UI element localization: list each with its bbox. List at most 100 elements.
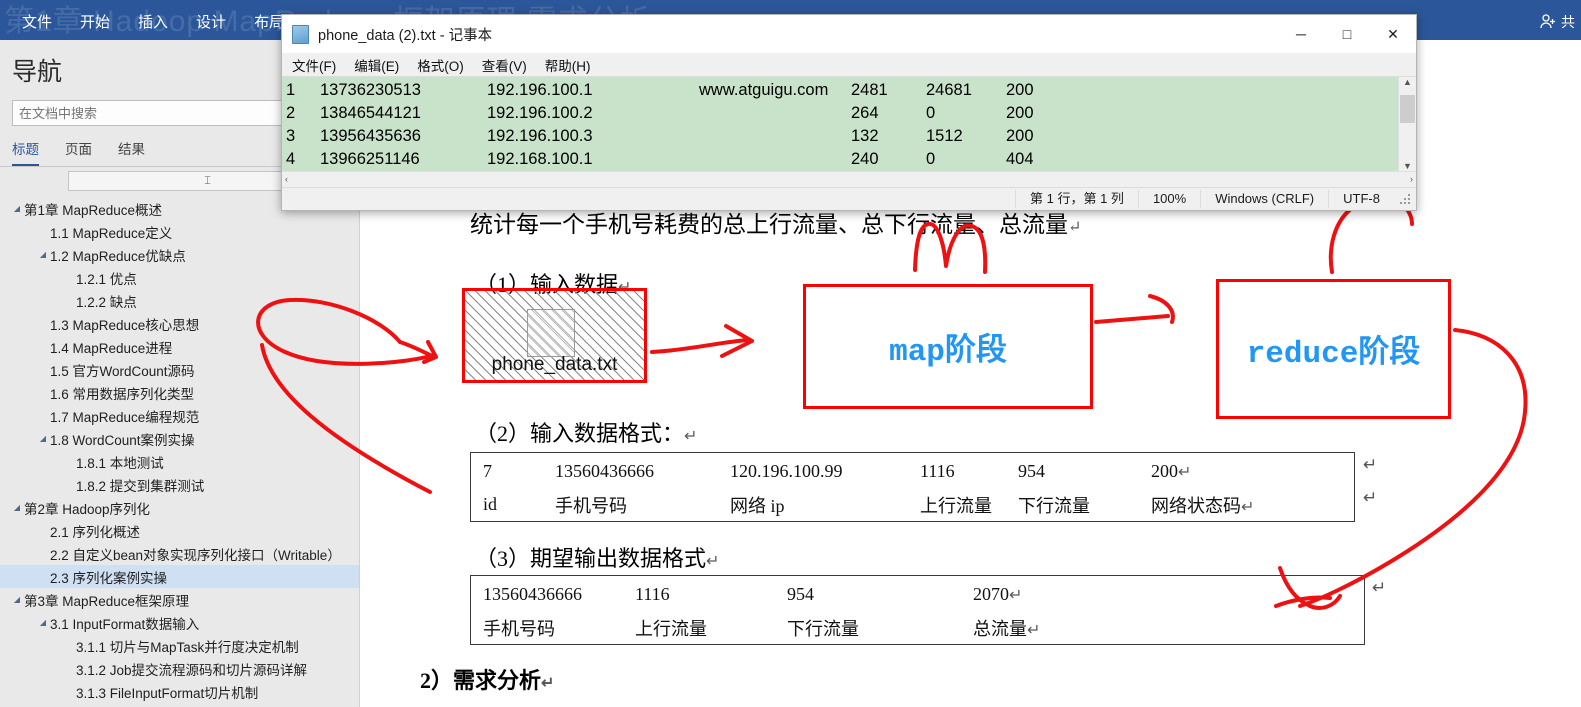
status-line-ending: Windows (CRLF): [1200, 189, 1328, 208]
sidebar-item-20[interactable]: ◢3.1.1 切片与MapTask并行度决定机制: [0, 634, 359, 657]
notepad-cell-down: 24681: [926, 81, 972, 100]
menu-view[interactable]: 查看(V): [482, 55, 527, 75]
sidebar-item-label: 1.5 官方WordCount源码: [50, 363, 195, 379]
sidebar-item-12[interactable]: ◢1.8.1 本地测试: [0, 450, 359, 473]
sidebar-item-22[interactable]: ◢3.1.3 FileInputFormat切片机制: [0, 680, 359, 703]
scroll-left-icon[interactable]: ‹: [285, 174, 288, 184]
sidebar-item-13[interactable]: ◢1.8.2 提交到集群测试: [0, 473, 359, 496]
sidebar-item-7[interactable]: ◢1.4 MapReduce进程: [0, 335, 359, 358]
notepad-cell-down: 1512: [926, 127, 963, 146]
collapse-triangle-icon[interactable]: ◢: [36, 250, 50, 259]
notepad-cell-ip: 192.196.100.1: [487, 81, 593, 100]
sidebar-item-label: 3.1.3 FileInputFormat切片机制: [76, 685, 259, 701]
notepad-line-2: 2 13846544121 192.196.100.2 264 0 200: [286, 102, 1398, 125]
scroll-up-icon[interactable]: ▲: [1403, 77, 1412, 87]
input-value-code: 200↵: [1151, 461, 1192, 481]
input-format-table: 7 13560436666 120.196.100.99 1116 954 20…: [470, 452, 1355, 522]
status-zoom-level[interactable]: 100%: [1137, 189, 1200, 208]
notepad-text-area[interactable]: 1 13736230513 192.196.100.1 www.atguigu.com…: [282, 77, 1398, 172]
menu-help[interactable]: 帮助(H): [545, 55, 591, 75]
sidebar-item-23[interactable]: ◢3.1.4 TextInputFormat: [0, 703, 359, 707]
maximize-button[interactable]: □: [1324, 15, 1370, 53]
nav-tab-pages[interactable]: 页面: [65, 138, 92, 166]
share-label: 共: [1561, 14, 1575, 30]
sidebar-item-19[interactable]: ◢ 3.1 InputFormat数据输入: [0, 611, 359, 634]
vertical-scroll-thumb[interactable]: [1400, 95, 1415, 124]
sidebar-item-10[interactable]: ◢1.7 MapReduce编程规范: [0, 404, 359, 427]
sidebar-item-15[interactable]: ◢2.1 序列化概述: [0, 519, 359, 542]
output-header-phone: 手机号码: [483, 618, 555, 639]
notepad-menu-bar: 文件(F) 编辑(E) 格式(O) 查看(V) 帮助(H): [282, 53, 1416, 77]
notepad-cell-url: www.atguigu.com: [699, 81, 829, 100]
window-controls: ─ □ ✕: [1278, 15, 1416, 53]
output-value-down: 954: [787, 584, 814, 604]
sidebar-item-14[interactable]: ◢ 第2章 Hadoop序列化: [0, 496, 359, 519]
collapse-triangle-icon[interactable]: ◢: [10, 595, 24, 604]
menu-format[interactable]: 格式(O): [417, 55, 464, 75]
sidebar-item-label: 第2章 Hadoop序列化: [24, 501, 151, 517]
notepad-cell-ip: 192.196.100.3: [487, 127, 593, 146]
sidebar-item-8[interactable]: ◢1.5 官方WordCount源码: [0, 358, 359, 381]
table-row: 7 13560436666 120.196.100.99 1116 954 20…: [483, 455, 1354, 488]
reduce-stage-box: reduce阶段: [1216, 279, 1451, 419]
phone-data-file-label: phone_data.txt: [491, 354, 618, 375]
share-button[interactable]: 共: [1539, 12, 1575, 32]
sidebar-item-18[interactable]: ◢ 第3章 MapReduce框架原理: [0, 588, 359, 611]
ribbon-tab-insert[interactable]: 插入: [124, 14, 182, 40]
sidebar-item-label: 1.8 WordCount案例实操: [50, 432, 195, 448]
collapse-triangle-icon[interactable]: ◢: [36, 618, 50, 627]
sidebar-item-21[interactable]: ◢3.1.2 Job提交流程源码和切片源码详解: [0, 657, 359, 680]
notepad-window[interactable]: phone_data (2).txt - 记事本 ─ □ ✕ 文件(F) 编辑(…: [281, 14, 1417, 211]
input-value-ip: 120.196.100.99: [730, 461, 843, 481]
menu-edit[interactable]: 编辑(E): [354, 55, 399, 75]
output-header-total: 总流量↵: [973, 618, 1041, 639]
sidebar-item-6[interactable]: ◢1.3 MapReduce核心思想: [0, 312, 359, 335]
paragraph-mark-output: ↵: [1372, 578, 1387, 597]
heading-tree: ◢第1章 MapReduce概述◢1.1 MapReduce定义◢1.2 Map…: [0, 191, 359, 707]
sidebar-item-label: 第3章 MapReduce框架原理: [24, 593, 190, 609]
notepad-title-bar[interactable]: phone_data (2).txt - 记事本 ─ □ ✕: [282, 15, 1416, 53]
table-row: 13560436666 1116 954 2070↵: [483, 578, 1364, 611]
nav-tab-results[interactable]: 结果: [118, 138, 145, 166]
input-value-phone: 13560436666: [555, 461, 654, 481]
vertical-scrollbar[interactable]: ▲ ▼: [1398, 77, 1416, 172]
sidebar-item-label: 1.4 MapReduce进程: [50, 340, 173, 356]
ribbon-tab-file[interactable]: 文件: [8, 14, 66, 40]
notepad-cell-down: 0: [926, 150, 936, 169]
sidebar-item-17[interactable]: ◢2.3 序列化案例实操: [0, 565, 359, 588]
input-header-ip: 网络 ip: [730, 495, 785, 516]
sidebar-item-label: 3.1 InputFormat数据输入: [50, 616, 200, 632]
sidebar-item-4[interactable]: ◢1.2.1 优点: [0, 266, 359, 289]
menu-file[interactable]: 文件(F): [292, 55, 336, 75]
notepad-status-bar: 第 1 行，第 1 列 100% Windows (CRLF) UTF-8: [282, 186, 1416, 210]
collapse-triangle-icon[interactable]: ◢: [36, 434, 50, 443]
sidebar-item-5[interactable]: ◢1.2.2 缺点: [0, 289, 359, 312]
doc-section-4-label: 2）需求分析↵: [420, 668, 555, 693]
collapse-triangle-icon[interactable]: ◢: [10, 204, 24, 213]
resize-grip-icon[interactable]: [1394, 192, 1416, 206]
notepad-cell-code: 200: [1006, 104, 1034, 123]
sidebar-item-3[interactable]: ◢ 1.2 MapReduce优缺点: [0, 243, 359, 266]
sidebar-item-label: 1.1 MapReduce定义: [50, 225, 173, 241]
sidebar-item-label: 2.3 序列化案例实操: [50, 570, 168, 586]
horizontal-scrollbar[interactable]: ‹ ›: [282, 171, 1416, 187]
sidebar-item-2[interactable]: ◢1.1 MapReduce定义: [0, 220, 359, 243]
input-header-up: 上行流量: [920, 495, 992, 516]
sidebar-item-9[interactable]: ◢1.6 常用数据序列化类型: [0, 381, 359, 404]
collapse-triangle-icon[interactable]: ◢: [10, 503, 24, 512]
ribbon-tab-home[interactable]: 开始: [66, 14, 124, 40]
phone-data-file-box: phone_data.txt: [462, 288, 647, 383]
sidebar-item-16[interactable]: ◢2.2 自定义bean对象实现序列化接口（Writable）: [0, 542, 359, 565]
notepad-cell-up: 240: [851, 150, 879, 169]
sidebar-item-label: 3.1.1 切片与MapTask并行度决定机制: [76, 639, 299, 655]
sidebar-item-11[interactable]: ◢ 1.8 WordCount案例实操: [0, 427, 359, 450]
nav-tab-headings[interactable]: 标题: [12, 138, 39, 166]
close-button[interactable]: ✕: [1370, 15, 1416, 53]
ribbon-tab-design[interactable]: 设计: [182, 14, 240, 40]
input-value-up: 1116: [920, 461, 955, 481]
reduce-stage-label: reduce阶段: [1246, 337, 1421, 372]
scroll-right-icon[interactable]: ›: [1410, 174, 1413, 184]
sidebar-item-label: 3.1.2 Job提交流程源码和切片源码详解: [76, 662, 308, 678]
minimize-button[interactable]: ─: [1278, 15, 1324, 53]
scroll-down-icon[interactable]: ▼: [1403, 161, 1412, 171]
